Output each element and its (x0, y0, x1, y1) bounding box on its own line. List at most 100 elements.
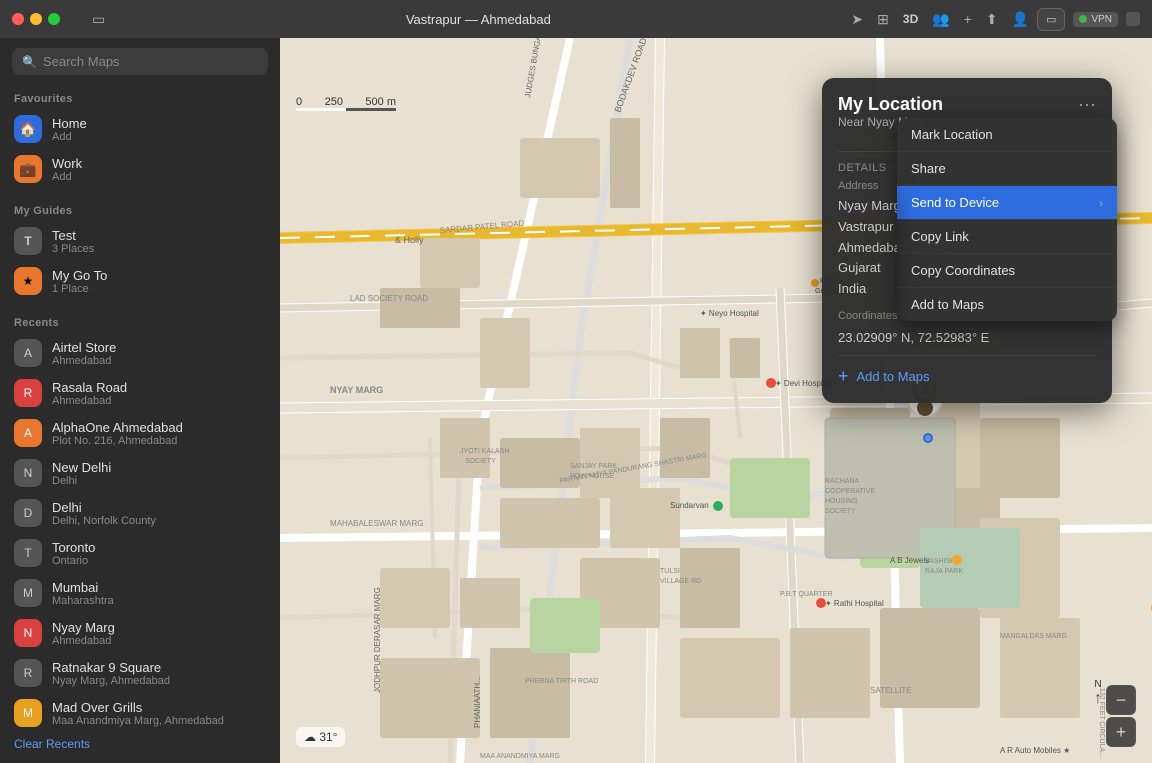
window-title: Vastrapur — Ahmedabad (113, 12, 843, 27)
svg-text:A R Auto Mobiles ★: A R Auto Mobiles ★ (1000, 746, 1070, 755)
temperature: ☁ 31° (304, 730, 337, 744)
title-text: Vastrapur — Ahmedabad (406, 12, 551, 27)
newdelhi-text: New Delhi Delhi (52, 460, 111, 487)
location-card: My Location Near Nyay Marg ··· Details A… (822, 78, 1112, 403)
close-button[interactable] (12, 13, 24, 25)
location-icon[interactable]: ➤ (851, 11, 863, 28)
zoom-out-button[interactable]: − (1106, 685, 1136, 715)
map-area[interactable]: BODAKDEV ROAD JUDGES BUNGALOW ROAD SARDA… (280, 38, 1152, 763)
clear-recents-button[interactable]: Clear Recents (0, 733, 280, 755)
airtel-sub: Ahmedabad (52, 355, 116, 367)
svg-text:RAJA PARK: RAJA PARK (925, 568, 963, 575)
copy-coordinates-label: Copy Coordinates (911, 263, 1015, 278)
svg-text:MAHABALESWAR MARG: MAHABALESWAR MARG (330, 519, 424, 528)
sidebar-item-new-delhi[interactable]: N New Delhi Delhi (0, 453, 280, 493)
svg-text:JODHPUR DERASAR MARG: JODHPUR DERASAR MARG (373, 587, 382, 693)
weather-overlay: ☁ 31° (296, 727, 345, 747)
delhi-icon: D (14, 499, 42, 527)
sidebar-item-my-go-to[interactable]: ★ My Go To 1 Place (0, 261, 280, 301)
3d-button[interactable]: 3D (903, 12, 918, 26)
zoom-controls: − + (1106, 685, 1136, 747)
sidebar-item-mumbai[interactable]: M Mumbai Maharashtra (0, 573, 280, 613)
toronto-sub: Ontario (52, 555, 95, 567)
main-layout: 🔍 Favourites 🏠 Home Add 💼 Work Add My Gu… (0, 38, 1152, 763)
sidebar-item-test[interactable]: T Test 3 Places (0, 221, 280, 261)
search-bar[interactable]: 🔍 (12, 48, 268, 75)
ratnakar-text: Ratnakar 9 Square Nyay Marg, Ahmedabad (52, 660, 170, 687)
sidebar-toggle-icon[interactable]: ▭ (92, 11, 105, 28)
svg-text:SOCIETY: SOCIETY (825, 508, 856, 515)
add-icon[interactable]: + (964, 11, 972, 27)
sidebar-item-mad-over-grills[interactable]: M Mad Over Grills Maa Anandmiya Marg, Ah… (0, 693, 280, 733)
ctx-share[interactable]: Share (897, 152, 1117, 185)
share-icon[interactable]: ⬆ (986, 11, 998, 28)
ctx-send-to-device[interactable]: Send to Device › (897, 186, 1117, 219)
ctx-send-to-device-container: Send to Device › Send to iGeeks's iPhone… (897, 186, 1117, 219)
vpn-label: VPN (1091, 14, 1112, 25)
mumbai-sub: Maharashtra (52, 595, 114, 607)
zoom-in-button[interactable]: + (1106, 717, 1136, 747)
delhi-label: Delhi (52, 500, 156, 515)
svg-text:PRERNA TIRTH ROAD: PRERNA TIRTH ROAD (525, 678, 598, 685)
home-text: Home Add (52, 116, 87, 143)
terms-link[interactable]: Terms & Conditions › (0, 755, 280, 763)
coordinates-value: 23.02909° N, 72.52983° E (838, 330, 1096, 345)
sidebar-item-alphaone[interactable]: A AlphaOne Ahmedabad Plot No. 216, Ahmed… (0, 413, 280, 453)
alphaone-sub: Plot No. 216, Ahmedabad (52, 435, 183, 447)
svg-text:VILLAGE RD: VILLAGE RD (660, 578, 701, 585)
svg-text:P.B.T QUARTER: P.B.T QUARTER (780, 591, 833, 598)
search-input[interactable] (43, 54, 258, 69)
work-icon: 💼 (14, 155, 42, 183)
home-icon: 🏠 (14, 115, 42, 143)
location-more-button[interactable]: ··· (1078, 94, 1096, 115)
ctx-mark-location[interactable]: Mark Location (897, 118, 1117, 151)
test-sub: 3 Places (52, 243, 94, 255)
sidebar-item-nyay-marg[interactable]: N Nyay Marg Ahmedabad (0, 613, 280, 653)
home-sub: Add (52, 131, 87, 143)
ctx-copy-coordinates[interactable]: Copy Coordinates (897, 254, 1117, 287)
sidebar-item-rasala[interactable]: R Rasala Road Ahmedabad (0, 373, 280, 413)
fullscreen-button[interactable] (48, 13, 60, 25)
ratnakar-icon: R (14, 659, 42, 687)
toolbar-icons: ➤ ⊞ 3D 👥 + ⬆ 👤 (851, 11, 1029, 28)
delhi-sub: Delhi, Norfolk County (52, 515, 156, 527)
nyay-label: Nyay Marg (52, 620, 115, 635)
search-icon: 🔍 (22, 55, 37, 69)
guides-header: My Guides (0, 197, 280, 221)
titlebar-right: ▭ VPN (1037, 8, 1140, 31)
scale-left: 0 (296, 96, 302, 108)
svg-text:COOPERATIVE: COOPERATIVE (825, 488, 875, 495)
screen-btn[interactable]: ▭ (1037, 8, 1065, 31)
titlebar: ▭ Vastrapur — Ahmedabad ➤ ⊞ 3D 👥 + ⬆ 👤 ▭… (0, 0, 1152, 38)
svg-text:Sundarvan: Sundarvan (670, 501, 709, 510)
work-text: Work Add (52, 156, 82, 183)
grid-map-icon[interactable]: ⊞ (877, 11, 889, 28)
sidebar-item-delhi[interactable]: D Delhi Delhi, Norfolk County (0, 493, 280, 533)
add-to-maps-button[interactable]: + Add to Maps (838, 366, 1096, 387)
context-menu: Mark Location Share Send to Device › Sen… (897, 118, 1117, 321)
add-to-maps-ctx-label: Add to Maps (911, 297, 984, 312)
svg-text:✦ Rathi Hospital: ✦ Rathi Hospital (825, 599, 884, 608)
rasala-label: Rasala Road (52, 380, 127, 395)
traffic-lights (12, 13, 60, 25)
alphaone-label: AlphaOne Ahmedabad (52, 420, 183, 435)
sidebar-item-toronto[interactable]: T Toronto Ontario (0, 533, 280, 573)
svg-text:SATELLITE: SATELLITE (870, 686, 912, 695)
people-icon[interactable]: 👥 (932, 11, 949, 28)
ctx-copy-link[interactable]: Copy Link (897, 220, 1117, 253)
test-text: Test 3 Places (52, 228, 94, 255)
ctx-add-to-maps[interactable]: Add to Maps (897, 288, 1117, 321)
madover-icon: M (14, 699, 42, 727)
sidebar-item-ratnakar[interactable]: R Ratnakar 9 Square Nyay Marg, Ahmedabad (0, 653, 280, 693)
minimize-button[interactable] (30, 13, 42, 25)
compass-rose: N ↑ (1094, 679, 1102, 708)
sidebar-item-airtel[interactable]: A Airtel Store Ahmedabad (0, 333, 280, 373)
sidebar-item-home[interactable]: 🏠 Home Add (0, 109, 280, 149)
nyay-icon: N (14, 619, 42, 647)
rasala-icon: R (14, 379, 42, 407)
sidebar-item-work[interactable]: 💼 Work Add (0, 149, 280, 189)
newdelhi-label: New Delhi (52, 460, 111, 475)
account-icon[interactable]: 👤 (1012, 11, 1029, 28)
newdelhi-icon: N (14, 459, 42, 487)
svg-text:RACHANA: RACHANA (825, 478, 860, 485)
